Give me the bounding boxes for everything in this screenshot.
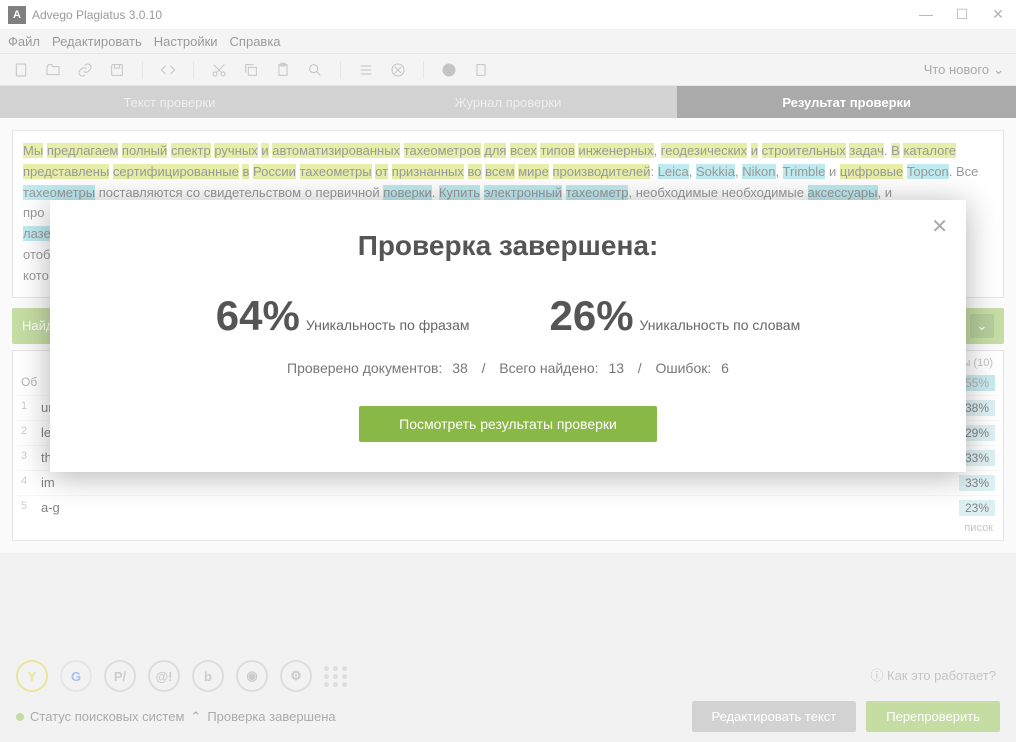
close-icon[interactable]: ✕ <box>931 214 948 239</box>
phrase-uniqueness-label: Уникальность по фразам <box>306 317 470 333</box>
phrase-uniqueness-value: 64% <box>216 292 300 340</box>
word-uniqueness-label: Уникальность по словам <box>640 317 801 333</box>
modal-title: Проверка завершена: <box>90 230 926 262</box>
check-details: Проверено документов: 38 / Всего найдено… <box>90 360 926 376</box>
word-uniqueness-value: 26% <box>549 292 633 340</box>
view-results-button[interactable]: Посмотреть результаты проверки <box>359 406 657 442</box>
completion-modal: ✕ Проверка завершена: 64% Уникальность п… <box>50 200 966 472</box>
